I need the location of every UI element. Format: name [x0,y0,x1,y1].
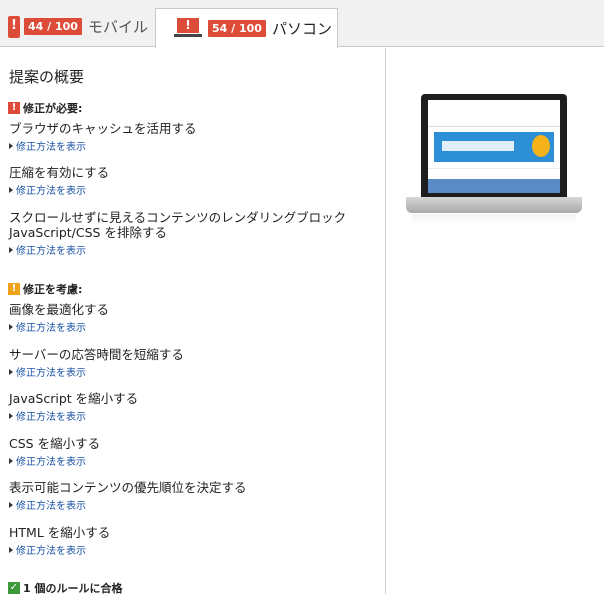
show-fix-link-text: 修正方法を表示 [16,368,86,379]
exclamation-icon: ! [8,283,20,295]
show-fix-link-text: 修正方法を表示 [16,246,86,257]
device-tab-bar: 44 / 100 モバイル 54 / 100 パソコン [0,0,604,48]
rule-item: 圧縮を有効にする 修正方法を表示 [9,165,109,197]
consider-fix-heading: ! 修正を考慮: [8,281,82,297]
summary-title: 提案の概要 [9,68,85,86]
page-screenshot-thumbnail [428,100,560,193]
show-fix-link[interactable]: 修正方法を表示 [9,408,138,423]
rule-item: スクロールせずに見えるコンテンツのレンダリングブロック JavaScript/C… [9,210,346,257]
thumbnail-banner-text [442,141,514,151]
rule-title: サーバーの応答時間を短縮する [9,347,184,362]
rule-title-line2: JavaScript/CSS を排除する [9,225,167,240]
tab-mobile[interactable]: 44 / 100 モバイル [0,6,154,47]
thumbnail-taskbar [428,179,560,193]
mobile-phone-icon [8,15,20,38]
show-fix-link-text: 修正方法を表示 [16,546,86,557]
desktop-score-badge: 54 / 100 [208,20,266,37]
rule-item: HTML を縮小する 修正方法を表示 [9,525,110,557]
check-icon: ✓ [8,582,20,594]
rule-title: 表示可能コンテンツの優先順位を決定する [9,480,247,495]
rule-title: JavaScript を縮小する [9,391,139,406]
show-fix-link[interactable]: 修正方法を表示 [9,138,197,153]
show-fix-link[interactable]: 修正方法を表示 [9,182,109,197]
expand-triangle-icon [9,186,13,193]
rule-item: 表示可能コンテンツの優先順位を決定する 修正方法を表示 [9,480,247,512]
thumbnail-strip [428,168,560,179]
rule-title: 圧縮を有効にする [9,165,110,180]
show-fix-link-text: 修正方法を表示 [16,457,86,468]
expand-triangle-icon [9,142,13,149]
show-fix-link[interactable]: 修正方法を表示 [9,242,346,257]
must-fix-heading: ! 修正が必要: [8,100,82,116]
rule-title: HTML を縮小する [9,525,111,540]
expand-triangle-icon [9,546,13,553]
rule-title: CSS を縮小する [9,436,101,451]
rule-item: CSS を縮小する 修正方法を表示 [9,436,100,468]
show-fix-link[interactable]: 修正方法を表示 [9,364,184,379]
rule-item: 画像を最適化する 修正方法を表示 [9,302,109,334]
show-fix-link-text: 修正方法を表示 [16,186,86,197]
rule-item: ブラウザのキャッシュを活用する 修正方法を表示 [9,121,197,153]
rule-item: JavaScript を縮小する 修正方法を表示 [9,391,138,423]
thumbnail-banner-badge [532,135,550,157]
must-fix-heading-text: 修正が必要: [23,102,83,115]
desktop-preview-image [406,94,582,234]
expand-triangle-icon [9,501,13,508]
rule-title: ブラウザのキャッシュを活用する [9,121,197,136]
expand-triangle-icon [9,412,13,419]
tab-desktop[interactable]: 54 / 100 パソコン [155,8,338,48]
show-fix-link-text: 修正方法を表示 [16,323,86,334]
suggestions-panel: 提案の概要 ! 修正が必要: ブラウザのキャッシュを活用する 修正方法を表示 圧… [0,48,386,595]
rule-item: サーバーの応答時間を短縮する 修正方法を表示 [9,347,184,379]
consider-fix-heading-text: 修正を考慮: [23,283,83,296]
show-fix-link[interactable]: 修正方法を表示 [9,319,109,334]
show-fix-link-text: 修正方法を表示 [16,501,86,512]
exclamation-icon: ! [8,102,20,114]
show-fix-link[interactable]: 修正方法を表示 [9,453,100,468]
tab-mobile-label: モバイル [87,18,148,36]
desktop-laptop-icon [174,17,202,40]
laptop-lid [421,94,567,197]
mobile-score-badge: 44 / 100 [24,18,82,35]
tab-desktop-label: パソコン [271,20,332,38]
show-fix-link-text: 修正方法を表示 [16,412,86,423]
expand-triangle-icon [9,457,13,464]
expand-triangle-icon [9,323,13,330]
thumbnail-header [428,100,560,127]
show-fix-link[interactable]: 修正方法を表示 [9,542,110,557]
expand-triangle-icon [9,368,13,375]
expand-triangle-icon [9,246,13,253]
rule-title: 画像を最適化する [9,302,110,317]
laptop-shadow [412,214,576,224]
show-fix-link[interactable]: 修正方法を表示 [9,497,247,512]
laptop-base [406,197,582,213]
show-fix-link-text: 修正方法を表示 [16,142,86,153]
rule-title: スクロールせずに見えるコンテンツのレンダリングブロック [9,210,347,225]
thumbnail-banner [434,132,554,162]
